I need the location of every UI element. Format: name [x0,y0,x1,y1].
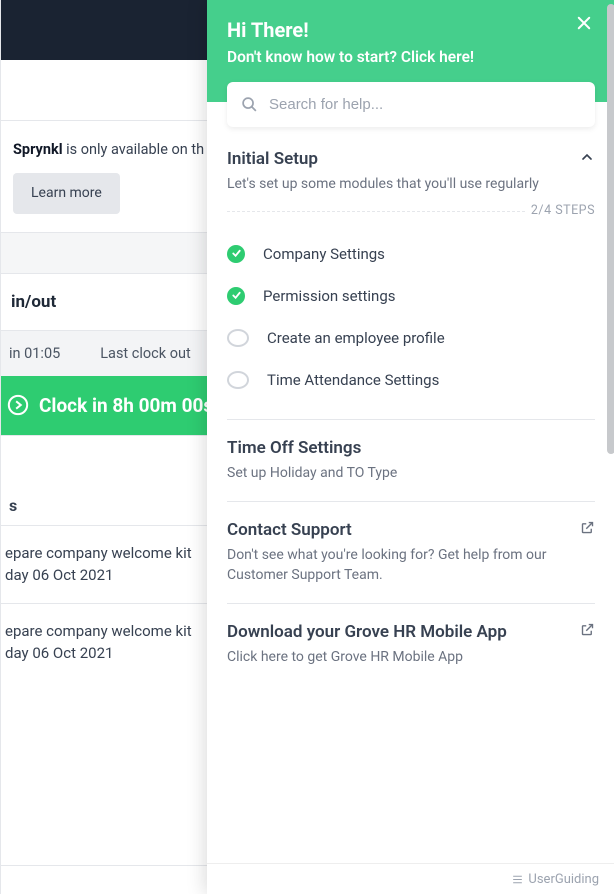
search-field[interactable] [227,82,595,127]
section-toggle[interactable]: Initial Setup Let's set up some modules … [227,149,595,195]
close-button[interactable] [575,14,593,36]
last-clock-in: in 01:05 [9,345,60,362]
checklist-item-permission-settings[interactable]: Permission settings [227,275,595,317]
tasks-label: s [9,496,17,515]
section-subtitle: Click here to get Grove HR Mobile App [227,648,507,668]
circle-icon [227,329,249,347]
checklist-item-time-attendance[interactable]: Time Attendance Settings [227,359,595,401]
clock-inout-label: in/out [11,292,56,312]
section-download-app[interactable]: Download your Grove HR Mobile App Click … [227,603,595,686]
arrow-circle-icon [7,394,29,416]
clock-in-label: Clock in 8h 00m 00s [39,394,213,417]
section-title: Initial Setup [227,149,539,169]
external-link-icon [580,520,595,539]
learn-more-button[interactable]: Learn more [13,173,120,214]
last-clock-out: Last clock out [100,345,190,362]
checklist-item-label: Time Attendance Settings [267,371,439,389]
checklist-item-employee-profile[interactable]: Create an employee profile [227,317,595,359]
section-subtitle: Set up Holiday and TO Type [227,464,397,484]
panel-footer: UserGuiding [207,863,614,894]
checklist-item-label: Company Settings [263,245,385,263]
steps-progress: 2/4 STEPS [227,211,595,227]
checklist-item-label: Create an employee profile [267,329,445,347]
search-input[interactable] [227,82,595,127]
checklist-item-label: Permission settings [263,287,396,305]
section-title: Time Off Settings [227,438,397,458]
chevron-up-icon [579,149,595,169]
check-circle-icon [227,245,245,263]
section-title: Download your Grove HR Mobile App [227,622,507,642]
checklist-item-company-settings[interactable]: Company Settings [227,233,595,275]
circle-icon [227,371,249,389]
search-icon [241,96,258,113]
footer-brand: UserGuiding [528,872,599,887]
section-title: Contact Support [227,520,580,540]
check-circle-icon [227,287,245,305]
panel-subtitle[interactable]: Don't know how to start? Click here! [227,48,595,66]
external-link-icon [580,622,595,641]
panel-content: Initial Setup Let's set up some modules … [207,127,614,863]
section-time-off[interactable]: Time Off Settings Set up Holiday and TO … [227,419,595,502]
promo-brand: Sprynkl [13,141,63,158]
panel-greeting: Hi There! [227,18,595,42]
section-subtitle: Let's set up some modules that you'll us… [227,175,539,195]
help-panel: Hi There! Don't know how to start? Click… [207,0,614,894]
section-subtitle: Don't see what you're looking for? Get h… [227,546,580,585]
scrollbar[interactable] [607,4,614,454]
section-contact-support[interactable]: Contact Support Don't see what you're lo… [227,501,595,603]
userguiding-icon [511,873,524,886]
section-initial-setup: Initial Setup Let's set up some modules … [227,149,595,419]
close-icon [575,14,593,32]
